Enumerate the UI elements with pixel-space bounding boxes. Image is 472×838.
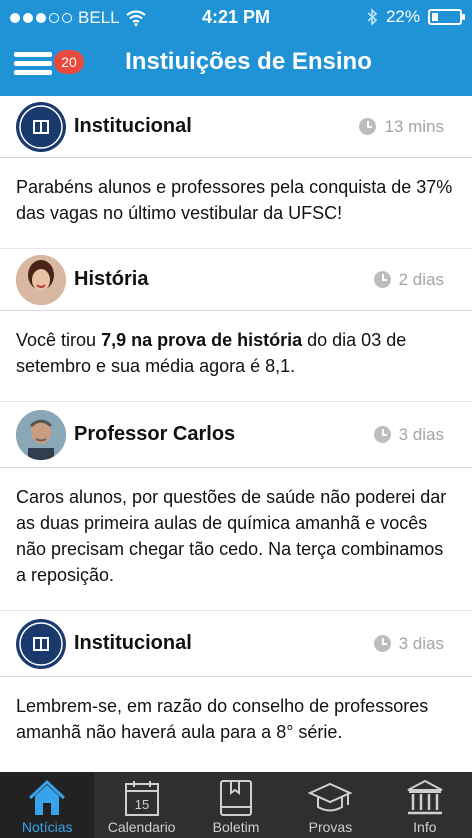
post-body: Parabéns alunos e professores pela conqu… (0, 158, 472, 249)
app-header: BELL 4:21 PM 22% 20 Instiuições de Ensin… (0, 0, 472, 96)
status-bar: BELL 4:21 PM 22% (0, 0, 472, 36)
post-header: Institucional 3 dias (0, 611, 472, 677)
institution-icon (402, 777, 448, 819)
feed-post[interactable]: História 2 dias Você tirou 7,9 na prova … (0, 249, 472, 402)
book-icon (213, 777, 259, 819)
clock-icon (373, 271, 391, 288)
clock-icon (373, 426, 391, 443)
avatar (16, 254, 66, 305)
post-timestamp: 2 dias (373, 249, 444, 310)
tab-info[interactable]: Info (378, 772, 472, 838)
post-body-text: Você tirou (16, 330, 102, 350)
post-timestamp: 3 dias (373, 402, 444, 467)
feed-post[interactable]: Professor Carlos 3 dias Caros alunos, po… (0, 402, 472, 611)
post-timestamp: 3 dias (373, 611, 444, 676)
tab-label: Info (413, 819, 437, 835)
post-header: Institucional 13 mins (0, 96, 472, 158)
post-author[interactable]: História (74, 268, 148, 291)
avatar (16, 409, 66, 460)
tab-calendario[interactable]: 15 Calendario (94, 772, 188, 838)
tab-label: Provas (308, 819, 353, 835)
post-timestamp: 13 mins (359, 96, 444, 157)
post-body: Lembrem-se, em razão do conselho de prof… (16, 696, 429, 742)
navigation-bar: 20 Instiuições de Ensino (0, 36, 472, 96)
post-time-text: 2 dias (398, 269, 444, 289)
tab-noticias[interactable]: Notícias (0, 772, 95, 838)
post-header: Professor Carlos 3 dias (0, 402, 472, 468)
graduation-cap-icon (307, 777, 353, 819)
calendar-icon: 15 (119, 777, 165, 819)
post-body: Caros alunos, por questões de saúde não … (0, 468, 472, 611)
tab-label: Notícias (21, 819, 73, 835)
home-icon (24, 777, 70, 819)
tab-label: Calendario (107, 819, 176, 835)
post-time-text: 3 dias (398, 424, 444, 444)
tab-boletim[interactable]: Boletim (189, 772, 283, 838)
tab-bar: Notícias 15 Calendario Boletim Provas In… (0, 772, 472, 838)
tab-label: Boletim (212, 819, 260, 835)
clock-icon (373, 635, 391, 652)
news-feed[interactable]: Institucional 13 mins Parabéns alunos e … (0, 96, 472, 772)
status-right: 22% (366, 7, 465, 27)
tab-provas[interactable]: Provas (283, 772, 377, 838)
battery-percent: 22% (385, 7, 420, 26)
page-title: Instiuições de Ensino (125, 48, 372, 75)
post-author[interactable]: Institucional (74, 632, 192, 655)
clock-icon (359, 118, 377, 135)
feed-post[interactable]: Institucional 13 mins Parabéns alunos e … (0, 96, 472, 249)
post-author[interactable]: Institucional (74, 115, 192, 138)
svg-text:15: 15 (134, 797, 148, 812)
post-author[interactable]: Professor Carlos (74, 423, 235, 446)
university-seal-icon (16, 618, 66, 669)
feed-post[interactable]: Institucional 3 dias Lembrem-se, em razã… (0, 611, 472, 767)
post-time-text: 13 mins (384, 116, 444, 136)
bluetooth-icon (367, 8, 378, 26)
post-body-highlight: 7,9 na prova de história (101, 330, 303, 350)
post-body: Você tirou 7,9 na prova de história do d… (0, 311, 472, 402)
university-seal-icon (16, 101, 66, 152)
post-header: História 2 dias (0, 249, 472, 311)
post-time-text: 3 dias (398, 633, 444, 653)
battery-icon (428, 9, 465, 25)
